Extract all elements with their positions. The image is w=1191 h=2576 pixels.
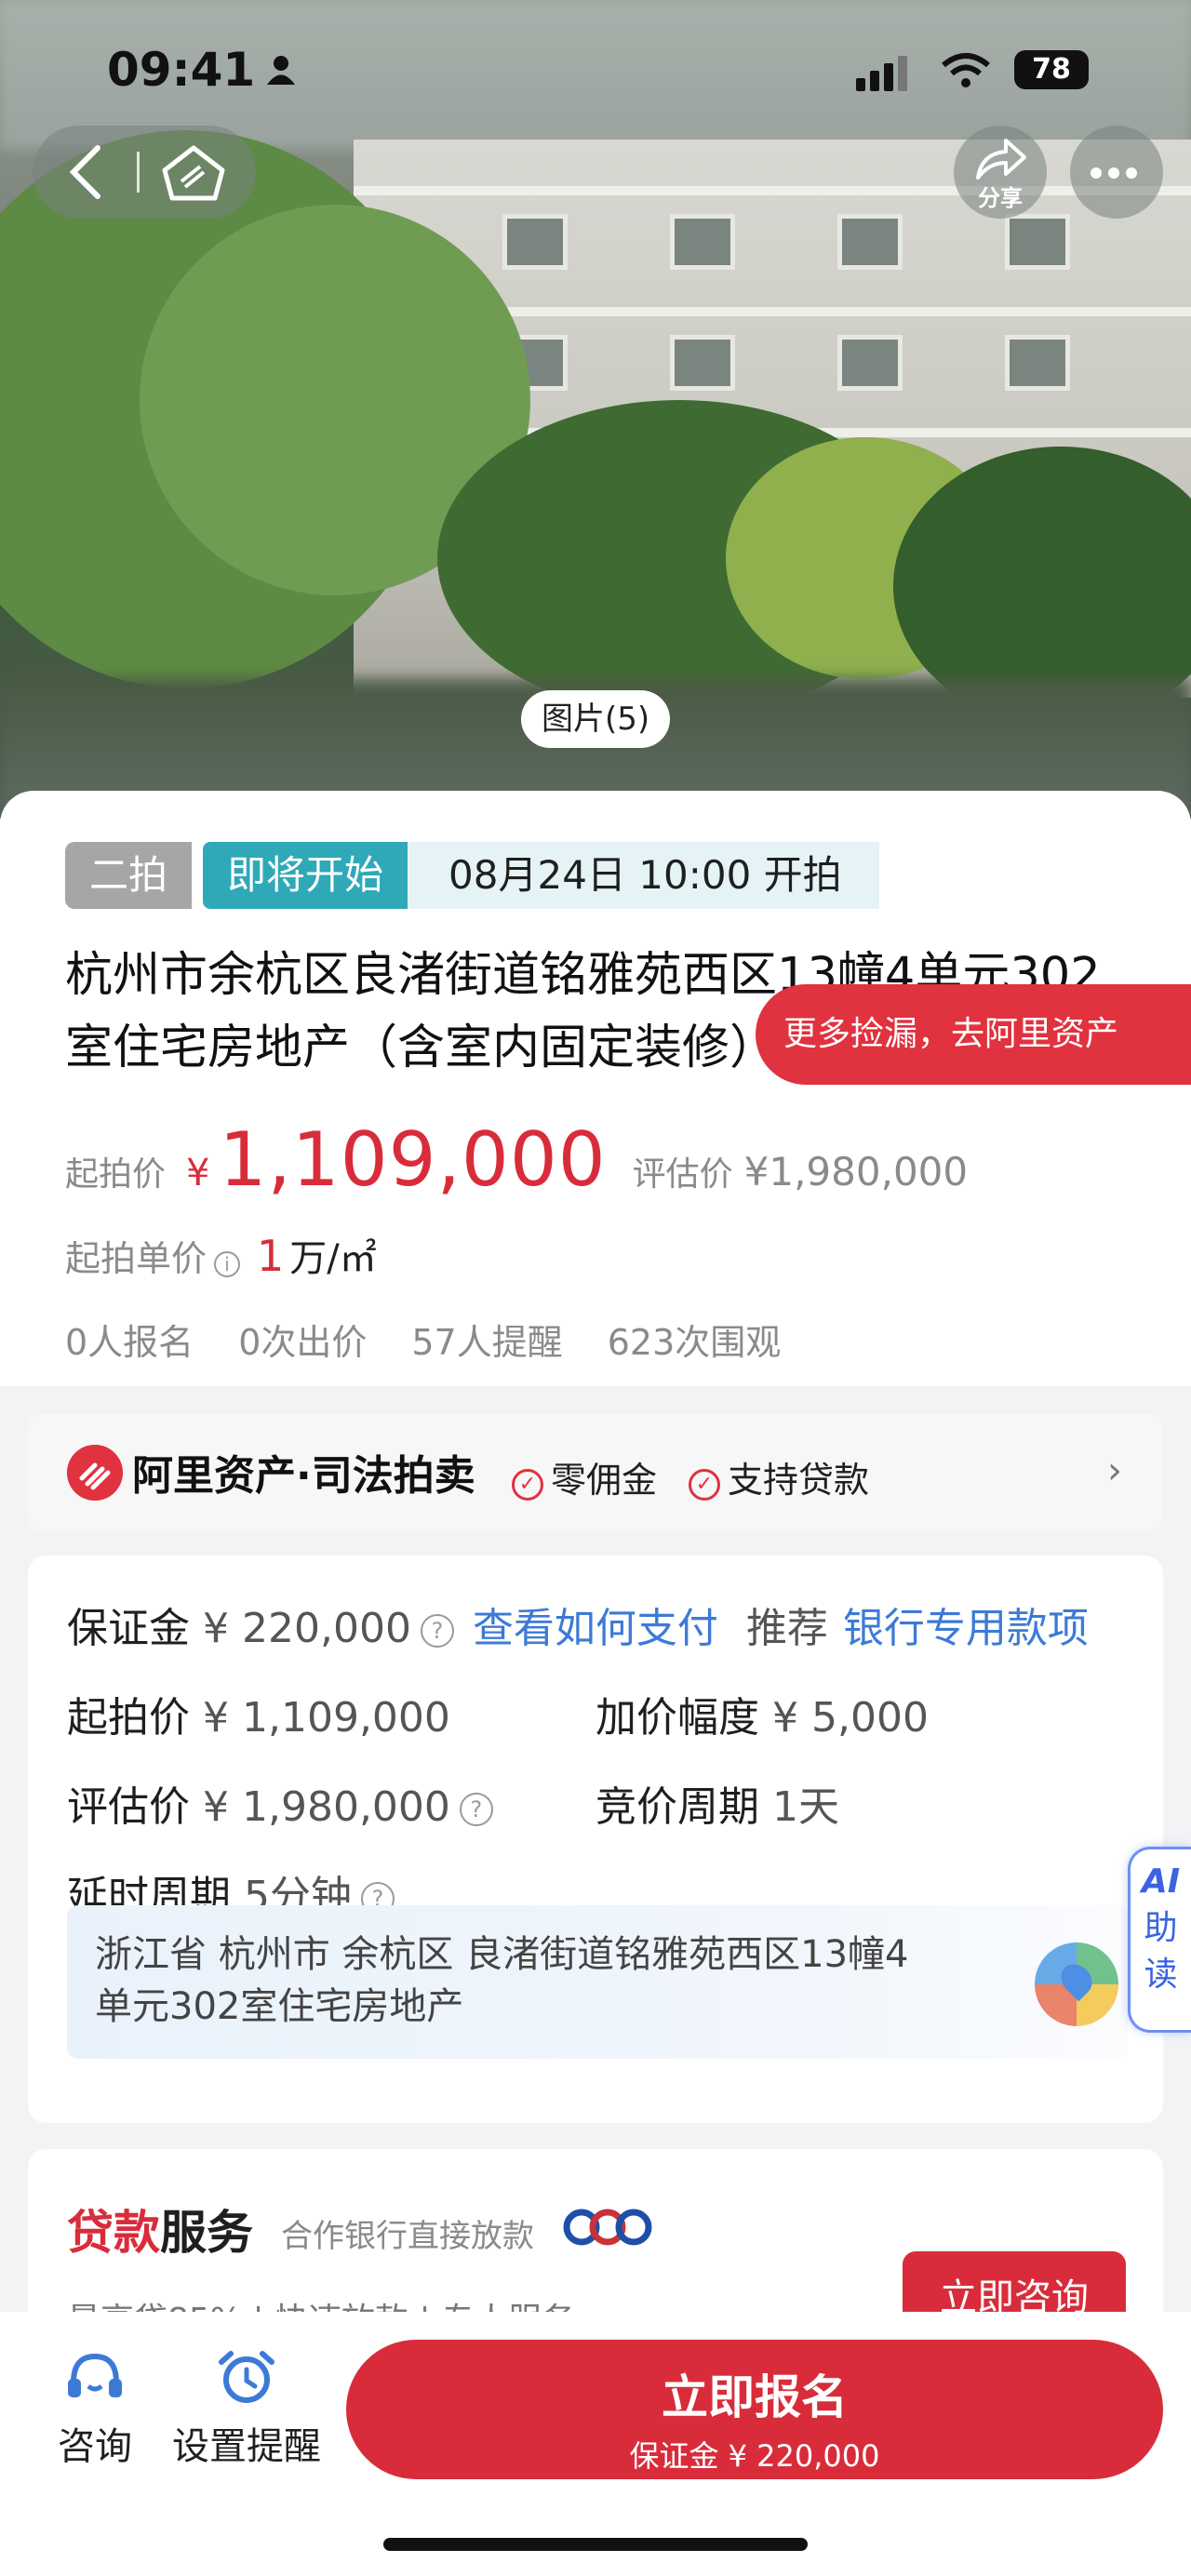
price-row: 起拍价 ¥ 1,109,000 评估价 ¥1,980,000 <box>65 1116 969 1203</box>
home-icon[interactable] <box>161 144 226 202</box>
appraisal-label: 评估价 <box>632 1155 733 1194</box>
balcony-rail <box>354 186 1191 195</box>
ai-label: AI <box>1141 1862 1181 1901</box>
bid-period-value: 1天 <box>772 1783 839 1831</box>
consult-label: 咨询 <box>58 2425 132 2468</box>
info-icon[interactable]: i <box>214 1251 241 1277</box>
more-button[interactable] <box>1070 126 1163 219</box>
detail-start-price-value: ¥ 1,109,000 <box>203 1694 450 1742</box>
detail-start-price-label: 起拍价 <box>67 1694 190 1742</box>
check-circle-icon: ✓ <box>689 1469 720 1501</box>
appraisal-row: 评估价 ¥ 1,980,000? <box>67 1773 493 1833</box>
unit-price-value: 1 <box>257 1231 285 1281</box>
increment-label: 加价幅度 <box>596 1694 759 1742</box>
status-bar: 09:41 78 <box>0 37 1191 102</box>
stat-reminders: 57人提醒 <box>411 1322 563 1363</box>
back-arrow-icon[interactable] <box>60 142 116 202</box>
start-price-label: 起拍价 <box>65 1155 167 1194</box>
deposit-value: ¥ 220,000 <box>203 1605 411 1652</box>
share-icon <box>976 139 1026 180</box>
window <box>837 214 903 270</box>
check-circle-icon: ✓ <box>512 1469 543 1501</box>
window <box>670 335 735 391</box>
share-label: 分享 <box>978 185 1023 211</box>
map-pin-icon[interactable] <box>1035 1942 1118 2026</box>
deposit-row: 保证金 ¥ 220,000? 查看如何支付 推荐 银行专用款项 <box>67 1595 1089 1654</box>
stat-bids: 0次出价 <box>238 1322 368 1363</box>
status-time: 09:41 <box>107 43 256 97</box>
share-button[interactable]: 分享 <box>954 126 1047 219</box>
feature-loan-support: ✓ 支持贷款 <box>689 1451 869 1502</box>
bank-fund-link[interactable]: 银行专用款项 <box>843 1605 1089 1652</box>
consult-button[interactable]: 咨询 <box>58 2349 132 2470</box>
auction-tag-row: 二拍 即将开始 08月24日 10:00 开拍 <box>65 842 879 909</box>
unit-price-label: 起拍单价 <box>65 1238 207 1279</box>
photo-count-badge[interactable]: 图片(5) <box>521 690 671 748</box>
alarm-clock-icon <box>219 2351 274 2403</box>
bid-period-label: 竞价周期 <box>596 1783 759 1831</box>
stats-row: 0人报名 0次出价 57人提醒 623次围观 <box>65 1314 781 1365</box>
feature-zero-commission: ✓ 零佣金 <box>512 1451 657 1502</box>
start-price: 1,109,000 <box>219 1116 607 1203</box>
home-indicator[interactable] <box>383 2538 808 2551</box>
start-time: 08月24日 10:00 开拍 <box>408 842 879 909</box>
nav-pill <box>33 126 256 219</box>
recommend-label: 推荐 <box>745 1605 828 1652</box>
chevron-right-icon: › <box>1107 1449 1122 1492</box>
help-icon[interactable]: ? <box>459 1793 493 1826</box>
detail-appraisal-value: ¥ 1,980,000 <box>203 1783 450 1831</box>
signal-icon <box>856 56 912 91</box>
register-label: 立即报名 <box>662 2370 848 2424</box>
bottom-action-bar: 咨询 设置提醒 立即报名 保证金 ¥ 220,000 <box>0 2312 1191 2576</box>
stat-signups: 0人报名 <box>65 1322 194 1363</box>
wifi-icon <box>942 53 990 87</box>
platform-brand: 阿里资产·司法拍卖 <box>132 1452 475 1500</box>
address-text: 浙江省 杭州市 余杭区 良渚街道铭雅苑西区13幢4单元302室住宅房地产 <box>95 1933 909 2028</box>
round-tag: 二拍 <box>65 842 193 909</box>
unit-price-unit: 万/㎡ <box>289 1237 377 1280</box>
platform-bar[interactable]: 阿里资产·司法拍卖 ✓ 零佣金 ✓ 支持贷款 › <box>28 1414 1163 1531</box>
bank-logo-icon <box>563 2209 652 2246</box>
window <box>1005 214 1070 270</box>
register-deposit-label: 保证金 ¥ 220,000 <box>629 2438 880 2474</box>
battery-indicator: 78 <box>1014 50 1089 89</box>
ali-assets-logo-icon <box>67 1445 123 1501</box>
window <box>670 214 735 270</box>
more-dots-icon <box>1091 165 1144 182</box>
window <box>1005 335 1070 391</box>
ai-label-line1: 助 <box>1144 1909 1178 1947</box>
start-price-row: 起拍价 ¥ 1,109,000 <box>67 1684 450 1743</box>
promo-banner[interactable]: 更多捡漏，去阿里资产 <box>756 984 1191 1085</box>
payment-howto-link[interactable]: 查看如何支付 <box>473 1605 718 1652</box>
currency-symbol: ¥ <box>186 1152 210 1195</box>
address-box[interactable]: 浙江省 杭州市 余杭区 良渚街道铭雅苑西区13幢4单元302室住宅房地产 <box>67 1905 1128 2059</box>
bid-period-row: 竞价周期 1天 <box>596 1773 839 1833</box>
reminder-label: 设置提醒 <box>172 2425 321 2468</box>
increment-row: 加价幅度 ¥ 5,000 <box>596 1684 929 1743</box>
register-now-button[interactable]: 立即报名 保证金 ¥ 220,000 <box>346 2340 1163 2479</box>
increment-value: ¥ 5,000 <box>772 1694 929 1742</box>
headset-icon <box>68 2353 122 2397</box>
ai-assistant-tab[interactable]: AI 助 读 <box>1128 1847 1191 2033</box>
window <box>502 214 568 270</box>
person-icon <box>267 56 295 85</box>
appraisal-price: ¥1,980,000 <box>743 1149 969 1195</box>
ai-label-line2: 读 <box>1144 1955 1178 1994</box>
set-reminder-button[interactable]: 设置提醒 <box>172 2349 321 2470</box>
nav-divider <box>137 152 140 193</box>
loan-title: 贷款服务 <box>67 2206 253 2260</box>
detail-appraisal-label: 评估价 <box>67 1783 190 1831</box>
deposit-label: 保证金 <box>67 1605 190 1652</box>
stat-views: 623次围观 <box>607 1322 782 1363</box>
window <box>837 335 903 391</box>
help-icon[interactable]: ? <box>420 1614 454 1648</box>
status-tag: 即将开始 <box>203 842 408 909</box>
loan-subtitle: 合作银行直接放款 <box>281 2218 534 2255</box>
unit-price-row: 起拍单价 i 1 万/㎡ <box>65 1228 377 1282</box>
